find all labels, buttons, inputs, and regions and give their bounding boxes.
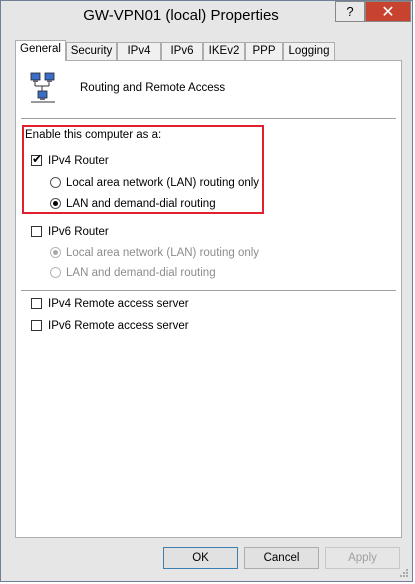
ipv6-router-checkbox[interactable]	[31, 226, 42, 237]
window-title: GW-VPN01 (local) Properties	[83, 7, 279, 24]
close-icon: ✕	[381, 3, 395, 21]
ipv6-demand-dial-radio	[50, 267, 61, 278]
ipv4-ras-label[interactable]: IPv4 Remote access server	[48, 298, 189, 310]
ipv4-ras-checkbox[interactable]	[31, 298, 42, 309]
separator	[21, 118, 396, 120]
radio-selected-dot	[53, 250, 58, 255]
tab-security[interactable]: Security	[66, 42, 117, 60]
close-button[interactable]: ✕	[365, 1, 411, 22]
tab-ipv6[interactable]: IPv6	[161, 42, 203, 60]
ipv6-ras-checkbox[interactable]	[31, 320, 42, 331]
service-name: Routing and Remote Access	[80, 82, 226, 94]
network-computers-icon	[30, 72, 55, 103]
ipv6-router-label[interactable]: IPv6 Router	[48, 226, 109, 238]
ipv6-lan-only-label: Local area network (LAN) routing only	[66, 247, 260, 259]
help-button[interactable]: ?	[335, 1, 365, 22]
cancel-button[interactable]: Cancel	[244, 547, 319, 569]
ipv6-demand-dial-label: LAN and demand-dial routing	[66, 267, 216, 279]
ipv6-ras-label[interactable]: IPv6 Remote access server	[48, 320, 189, 332]
tab-logging[interactable]: Logging	[283, 42, 335, 60]
tab-ppp[interactable]: PPP	[245, 42, 283, 60]
ipv6-lan-only-radio	[50, 247, 61, 258]
tab-ipv4[interactable]: IPv4	[117, 42, 161, 60]
help-icon: ?	[346, 4, 354, 19]
tab-general[interactable]: General	[15, 40, 66, 61]
apply-button[interactable]: Apply	[325, 547, 400, 569]
properties-dialog: GW-VPN01 (local) Properties ? ✕ General …	[0, 0, 413, 582]
title-bar[interactable]: GW-VPN01 (local) Properties ? ✕	[1, 1, 412, 31]
annotation-highlight-box	[22, 125, 264, 214]
separator	[21, 290, 396, 292]
tab-ikev2[interactable]: IKEv2	[203, 42, 245, 60]
resize-grip-icon[interactable]	[399, 568, 409, 578]
ok-button[interactable]: OK	[163, 547, 238, 569]
